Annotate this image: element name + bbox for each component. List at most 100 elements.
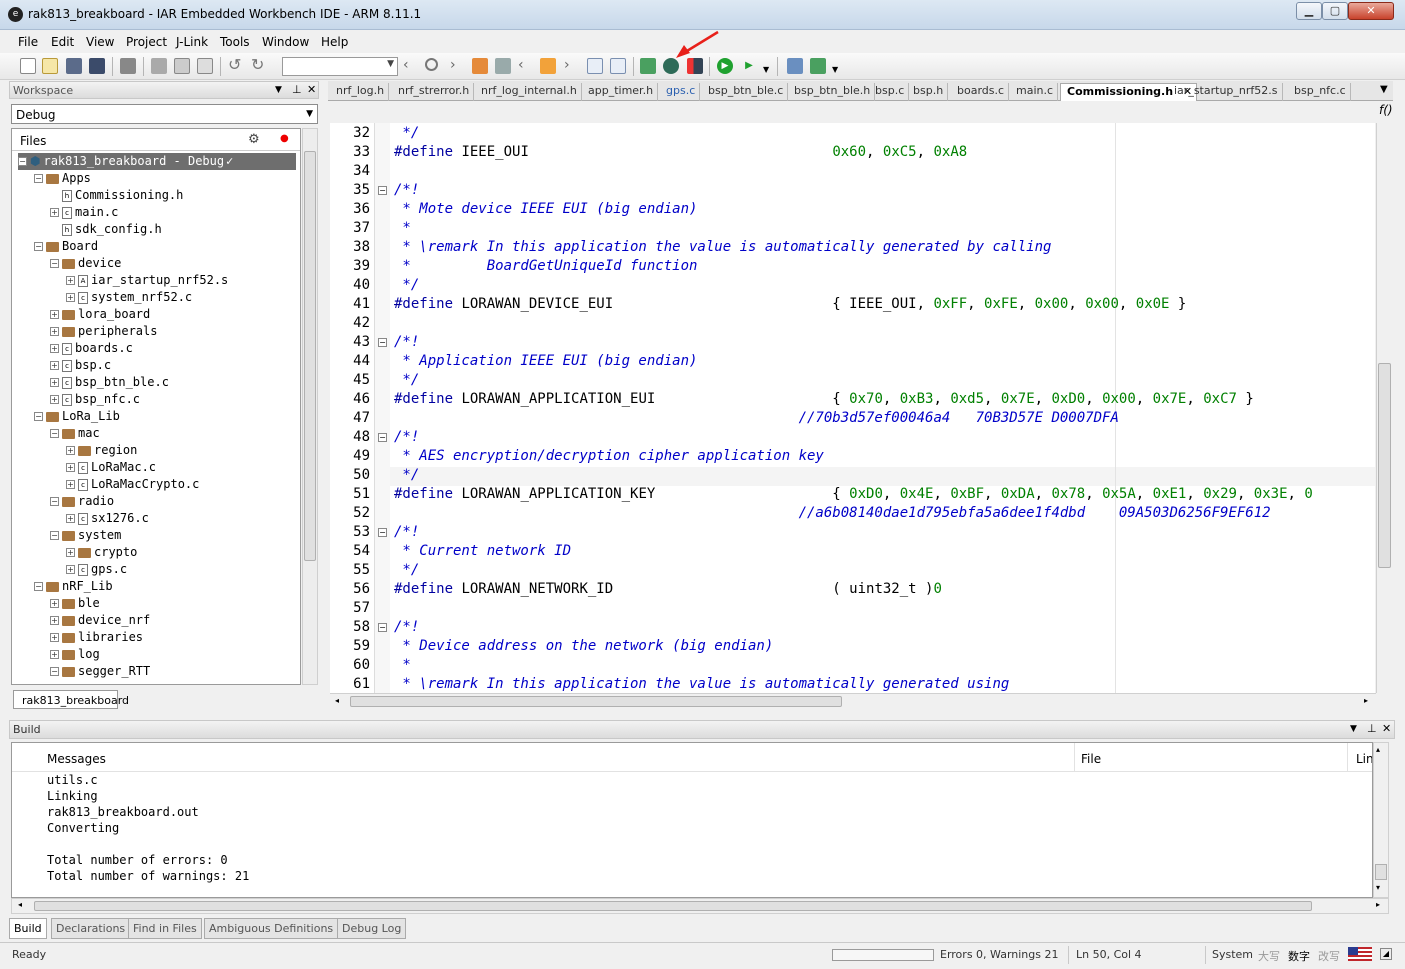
- tree-expand-toggle-icon[interactable]: −: [34, 582, 43, 591]
- editor-horizontal-scrollbar[interactable]: ◂ ▸: [330, 693, 1376, 709]
- tree-expand-toggle-icon[interactable]: −: [50, 531, 59, 540]
- build-message[interactable]: utils.c: [47, 773, 98, 787]
- editor-tab[interactable]: nrf_log_internal.h: [475, 83, 582, 101]
- tree-item[interactable]: + peripherals: [50, 323, 157, 340]
- tree-expand-toggle-icon[interactable]: −: [50, 497, 59, 506]
- workspace-file-tree[interactable]: Files ⚙ ● − ⬢ rak813_breakboard - Debug ✓ − A…: [11, 128, 301, 685]
- tree-expand-toggle-icon[interactable]: −: [34, 412, 43, 421]
- tree-item[interactable]: + libraries: [50, 629, 143, 646]
- chevron-down-icon[interactable]: ▼: [387, 59, 394, 69]
- output-tab[interactable]: Declarations: [51, 918, 131, 939]
- tree-expand-toggle-icon[interactable]: +: [50, 650, 59, 659]
- output-tab[interactable]: Ambiguous Definitions: [204, 918, 339, 939]
- goto-icon[interactable]: [495, 58, 511, 74]
- menu-help[interactable]: Help: [321, 35, 348, 49]
- tree-item[interactable]: + c bsp_btn_ble.c: [50, 374, 169, 391]
- language-flag-icon[interactable]: [1348, 947, 1372, 961]
- fold-toggle-icon[interactable]: −: [378, 338, 387, 347]
- close-icon[interactable]: ✕: [307, 83, 316, 96]
- tree-item[interactable]: + crypto: [66, 544, 137, 561]
- editor-tab[interactable]: boards.c: [951, 83, 1010, 101]
- build-message[interactable]: Converting: [47, 821, 119, 835]
- breakpoint-list-icon[interactable]: [810, 58, 826, 74]
- tree-expand-toggle-icon[interactable]: +: [50, 344, 59, 353]
- configuration-select[interactable]: Debug ▼: [11, 104, 318, 124]
- tree-expand-toggle-icon[interactable]: +: [66, 293, 75, 302]
- stop-build-icon[interactable]: [687, 58, 703, 74]
- fold-toggle-icon[interactable]: −: [378, 186, 387, 195]
- find-next-icon[interactable]: ›: [450, 58, 466, 74]
- chevron-down-icon[interactable]: ▼: [306, 109, 313, 119]
- chevron-down-icon[interactable]: ▼: [1380, 84, 1388, 95]
- tree-item[interactable]: + c LoRaMac.c: [66, 459, 156, 476]
- undo-icon[interactable]: ↺: [228, 57, 244, 74]
- tree-item[interactable]: − Board: [34, 238, 98, 255]
- editor-tab[interactable]: iar_startup_nrf52.s: [1168, 83, 1283, 101]
- tree-item[interactable]: h Commissioning.h: [50, 187, 183, 204]
- resize-grip-icon[interactable]: ◢: [1380, 948, 1392, 960]
- tree-item[interactable]: + c LoRaMacCrypto.c: [66, 476, 199, 493]
- fold-toggle-icon[interactable]: −: [378, 623, 387, 632]
- download-debug-icon[interactable]: ▶: [717, 58, 733, 74]
- build-horizontal-scroll-thumb[interactable]: [34, 901, 1312, 911]
- make-icon[interactable]: [663, 58, 679, 74]
- tree-item[interactable]: − nRF_Lib: [34, 578, 113, 595]
- save-all-icon[interactable]: [89, 58, 105, 74]
- navigate-forward-icon[interactable]: ›: [564, 58, 580, 74]
- tree-item[interactable]: + c system_nrf52.c: [66, 289, 192, 306]
- minimize-button[interactable]: ▁: [1296, 2, 1322, 20]
- editor-tab[interactable]: bsp.c: [869, 83, 910, 101]
- tree-expand-toggle-icon[interactable]: +: [50, 208, 59, 217]
- scroll-up-icon[interactable]: ▴: [1376, 745, 1380, 754]
- workspace-project-tab[interactable]: rak813_breakboard: [13, 690, 129, 709]
- build-message[interactable]: Total number of errors: 0: [47, 853, 228, 867]
- build-message[interactable]: Total number of warnings: 21: [47, 869, 249, 883]
- tree-item[interactable]: − Apps: [34, 170, 91, 187]
- tree-item[interactable]: − mac: [50, 425, 100, 442]
- tree-item[interactable]: + device_nrf: [50, 612, 150, 629]
- debug-without-download-icon[interactable]: ▶: [741, 58, 757, 74]
- bookmark-icon[interactable]: [540, 58, 556, 74]
- menu-window[interactable]: Window: [262, 35, 309, 49]
- open-file-icon[interactable]: [42, 58, 58, 74]
- menu-file[interactable]: File: [18, 35, 38, 49]
- output-tab[interactable]: Find in Files: [128, 918, 202, 939]
- tree-item[interactable]: − radio: [50, 493, 114, 510]
- tree-scroll-thumb[interactable]: [304, 151, 316, 561]
- copy-icon[interactable]: [174, 58, 190, 74]
- editor-tab[interactable]: bsp_btn_ble.c: [702, 83, 789, 101]
- tree-expand-toggle-icon[interactable]: +: [50, 616, 59, 625]
- compile-icon[interactable]: [640, 58, 656, 74]
- tree-item[interactable]: + c bsp_nfc.c: [50, 391, 140, 408]
- build-message[interactable]: rak813_breakboard.out: [47, 805, 199, 819]
- tree-expand-toggle-icon[interactable]: −: [18, 157, 27, 166]
- scroll-down-icon[interactable]: ▾: [1376, 883, 1380, 892]
- tree-item[interactable]: h sdk_config.h: [50, 221, 162, 238]
- editor-tab[interactable]: nrf_log.h: [330, 83, 390, 101]
- tree-expand-toggle-icon[interactable]: +: [66, 514, 75, 523]
- paste-icon[interactable]: [197, 58, 213, 74]
- tree-item[interactable]: + c sx1276.c: [66, 510, 149, 527]
- editor-vertical-scroll-thumb[interactable]: [1378, 363, 1391, 568]
- editor-vertical-scrollbar[interactable]: [1376, 123, 1392, 693]
- tree-item[interactable]: + Aiar_startup_nrf52.s: [66, 272, 228, 289]
- tree-item[interactable]: + c boards.c: [50, 340, 133, 357]
- next-bookmark-icon[interactable]: [610, 58, 626, 74]
- editor-horizontal-scroll-thumb[interactable]: [350, 696, 842, 707]
- tree-expand-toggle-icon[interactable]: +: [66, 446, 75, 455]
- chevron-down-icon[interactable]: ▼: [1350, 724, 1357, 734]
- menu-tools[interactable]: Tools: [220, 35, 250, 49]
- line-column-header[interactable]: Lin: [1356, 752, 1372, 766]
- pin-icon[interactable]: ⊥: [1367, 722, 1377, 735]
- title-bar[interactable]: e rak813_breakboard - IAR Embedded Workb…: [0, 0, 1405, 30]
- tree-expand-toggle-icon[interactable]: +: [50, 310, 59, 319]
- editor-tab[interactable]: bsp_btn_ble.h: [788, 83, 876, 101]
- maximize-button[interactable]: ▢: [1322, 2, 1348, 20]
- code-editor[interactable]: 32 33 34 35 36 37 38 39 40 41 42 43 44 45 46 47 48 49 50 51…: [330, 123, 1375, 693]
- output-tab[interactable]: Build: [9, 918, 47, 939]
- tree-expand-toggle-icon[interactable]: +: [66, 565, 75, 574]
- tree-expand-toggle-icon[interactable]: +: [50, 327, 59, 336]
- tree-item[interactable]: + log: [50, 646, 100, 663]
- search-icon[interactable]: [425, 58, 438, 71]
- file-column-header[interactable]: File: [1081, 752, 1101, 766]
